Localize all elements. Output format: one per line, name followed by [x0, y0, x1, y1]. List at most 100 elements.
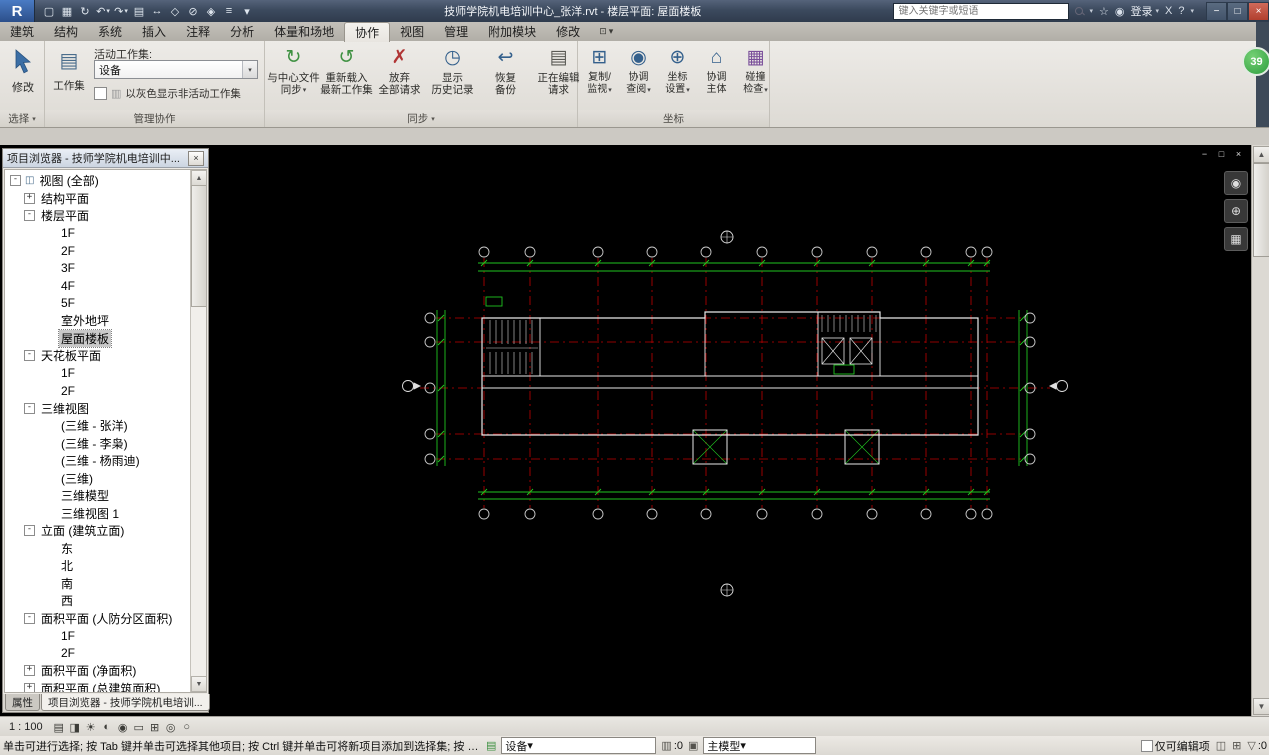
search-dropdown-icon[interactable]: ▾	[1090, 7, 1094, 15]
tree-expander-icon[interactable]: +	[24, 682, 35, 692]
tree-expander-icon[interactable]: -	[10, 175, 21, 187]
chevron-down-icon[interactable]: ▾	[527, 739, 533, 752]
press-drag-icon[interactable]: ⊞	[1232, 739, 1241, 752]
chevron-down-icon[interactable]: ▾	[740, 739, 746, 752]
project-browser-titlebar[interactable]: 项目浏览器 - 技师学院机电培训中... ×	[3, 149, 208, 168]
ribbon-display-toggle[interactable]: ⊡ ▾	[595, 22, 617, 41]
ribbon-tab[interactable]: 协作	[344, 22, 391, 42]
thin-lines-icon[interactable]: ≡▾	[221, 2, 237, 20]
section-icon[interactable]: ⊘▾	[185, 2, 201, 20]
favorites-star-icon[interactable]: ☆	[1099, 5, 1109, 18]
floor-plan-drawing[interactable]	[207, 145, 1252, 716]
application-menu-button[interactable]: R	[0, 0, 35, 22]
redo-icon[interactable]: ↷ ▾	[113, 2, 129, 20]
print-icon[interactable]: ▤▾	[131, 2, 147, 20]
ribbon-tab[interactable]: 建筑	[0, 22, 44, 41]
zoom-icon[interactable]: ⊕	[1224, 199, 1248, 223]
view-close-button[interactable]: ×	[1232, 148, 1245, 160]
browser-tree-item[interactable]: ◫ 2F	[5, 382, 190, 400]
close-icon[interactable]: ×	[188, 150, 204, 166]
browser-tree-item[interactable]: ◫ 1F	[5, 225, 190, 243]
browser-tree-item[interactable]: ◫ (三维)	[5, 470, 190, 488]
ribbon-tab[interactable]: 附加模块	[478, 22, 546, 41]
tree-expander-icon[interactable]: -	[24, 350, 35, 362]
checkbox[interactable]	[94, 87, 107, 100]
checkbox[interactable]	[1140, 739, 1153, 752]
browser-tree-item[interactable]: ◫ 3F	[5, 260, 190, 278]
browser-tree-item[interactable]: ◫ 南	[5, 575, 190, 593]
scrollbar-thumb[interactable]	[1253, 163, 1269, 257]
active-workset-select[interactable]: 设备 ▾	[501, 737, 657, 754]
show-crop-region-icon[interactable]: ⊞	[147, 719, 163, 735]
browser-tree-item[interactable]: ◫ 5F	[5, 295, 190, 313]
browser-tree-item[interactable]: + ◫ 面积平面 (总建筑面积)	[5, 680, 190, 692]
browser-tree-item[interactable]: - ◫ 三维视图	[5, 400, 190, 418]
browser-tree-item[interactable]: - ◫ 楼层平面	[5, 207, 190, 225]
sun-path-icon[interactable]: ☀	[83, 719, 99, 735]
select-panel-label[interactable]: 选择 ▾	[0, 110, 44, 127]
view-restore-button[interactable]: □	[1215, 148, 1228, 160]
browser-tree-item[interactable]: ◫ 三维视图 1	[5, 505, 190, 523]
browser-tree-item[interactable]: ◫ 西	[5, 592, 190, 610]
ribbon-tab[interactable]: 管理	[434, 22, 478, 41]
sync-with-central-icon[interactable]: ↻▾	[77, 2, 93, 20]
visual-style-icon[interactable]: ◨	[67, 719, 83, 735]
gray-inactive-worksets-checkbox[interactable]: ▥ 以灰色显示非活动工作集	[94, 86, 258, 101]
measure-icon[interactable]: ↔▾	[149, 2, 165, 20]
tree-expander-icon[interactable]: -	[24, 402, 35, 414]
reload-latest-button[interactable]: ↺ 重新载入 最新工作集 ▾	[320, 42, 373, 114]
shadows-icon[interactable]: ◐	[99, 719, 115, 735]
show-history-button[interactable]: ◷ 显示 历史记录 ▾	[426, 42, 479, 114]
tree-expander-icon[interactable]: -	[24, 612, 35, 624]
restore-backup-button[interactable]: ↩ 恢复 备份 ▾	[479, 42, 532, 114]
notification-badge[interactable]: 39	[1242, 47, 1269, 76]
minimize-button[interactable]: −	[1206, 1, 1227, 21]
browser-tree-item[interactable]: ◫ 2F	[5, 645, 190, 663]
crop-view-icon[interactable]: ▭	[131, 719, 147, 735]
exchange-apps-icon[interactable]: X	[1165, 5, 1172, 17]
maximize-button[interactable]: □	[1227, 1, 1248, 21]
show-rendering-dialog-icon[interactable]: ◉	[115, 719, 131, 735]
browser-tree-item[interactable]: ◫ 东	[5, 540, 190, 558]
copy-monitor-button[interactable]: ⊞ 复制/ 监视 ▾	[580, 42, 619, 114]
browser-tree-item[interactable]: ◫ 北	[5, 557, 190, 575]
browser-tree-item[interactable]: ◫ 室外地坪	[5, 312, 190, 330]
browser-tree-item[interactable]: ◫ 三维模型	[5, 487, 190, 505]
browser-tree-item[interactable]: - ◫ 视图 (全部)	[5, 172, 190, 190]
tree-expander-icon[interactable]: +	[24, 192, 35, 204]
editable-only-checkbox[interactable]: 仅可编辑项	[1140, 738, 1210, 754]
modify-button[interactable]: 修改	[3, 43, 43, 116]
detail-level-icon[interactable]: ▤	[51, 719, 67, 735]
save-icon[interactable]: ▦▾	[59, 2, 75, 20]
customize-qat-icon[interactable]: ▾▾	[239, 2, 255, 20]
browser-tree-item[interactable]: + ◫ 面积平面 (净面积)	[5, 662, 190, 680]
browser-scrollbar[interactable]: ▲ ▼	[190, 170, 206, 692]
ribbon-tab[interactable]: 结构	[44, 22, 88, 41]
search-input[interactable]	[896, 4, 1065, 18]
view-minimize-button[interactable]: −	[1198, 148, 1211, 160]
drawing-area[interactable]: − □ × ◉ ⊕ ▦ ▲ ▼ 项目浏览器 - 技师学院机电培训中... × -…	[0, 145, 1269, 716]
tree-expander-icon[interactable]: -	[24, 525, 35, 537]
help-icon[interactable]: ?	[1178, 5, 1184, 17]
scroll-down-icon[interactable]: ▼	[191, 676, 206, 692]
ribbon-tab[interactable]: 分析	[220, 22, 264, 41]
palette-tab[interactable]: 项目浏览器 - 技师学院机电培训...	[41, 694, 210, 711]
editing-requests-count[interactable]: ▥ :0	[661, 739, 683, 753]
palette-tab[interactable]: 属性	[5, 694, 40, 711]
coordination-host-button[interactable]: ⌂ 协调 主体 ▾	[697, 42, 736, 114]
infocenter-search[interactable]	[892, 2, 1069, 20]
view-scale-button[interactable]: 1 : 100	[4, 721, 48, 733]
interference-check-button[interactable]: ▦ 碰撞 检查 ▾	[736, 42, 775, 114]
scroll-down-icon[interactable]: ▼	[1253, 698, 1269, 715]
scrollbar-thumb[interactable]	[191, 185, 206, 307]
reveal-hidden-elements-icon[interactable]: ○	[179, 719, 195, 735]
search-icon[interactable]	[1074, 6, 1084, 16]
browser-tree-item[interactable]: ◫ 2F	[5, 242, 190, 260]
sign-in-button[interactable]: 登录 ▾	[1131, 3, 1160, 19]
ribbon-tab[interactable]: 视图	[390, 22, 434, 41]
tree-expander-icon[interactable]: +	[24, 665, 35, 677]
browser-tree-item[interactable]: - ◫ 天花板平面	[5, 347, 190, 365]
vertical-scrollbar[interactable]: ▲ ▼	[1251, 145, 1269, 716]
scroll-up-icon[interactable]: ▲	[1253, 146, 1269, 163]
steering-wheel-icon[interactable]: ◉	[1224, 171, 1248, 195]
